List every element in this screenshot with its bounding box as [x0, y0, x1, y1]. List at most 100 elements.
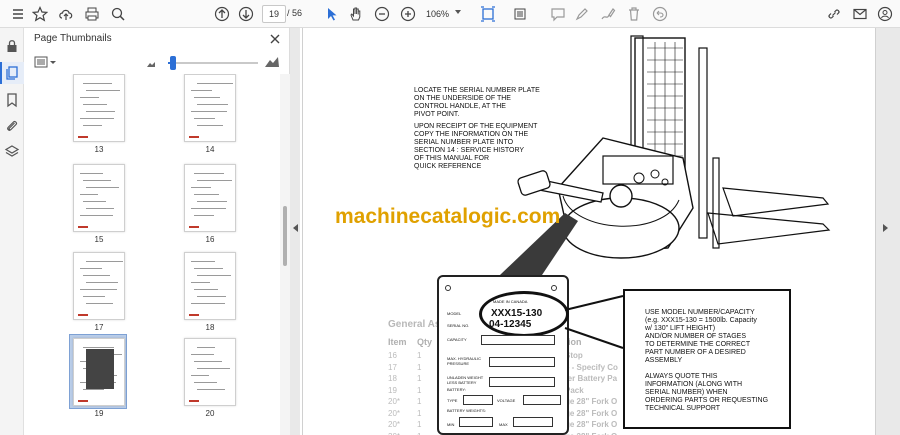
- bookmarks-icon[interactable]: [4, 92, 20, 108]
- thumbnail-text-line: [80, 118, 114, 119]
- thumbnail-text-line: [191, 208, 226, 209]
- chevron-down-icon[interactable]: [455, 10, 461, 14]
- thumbnail-text-line: [86, 111, 115, 112]
- thumbnail-footer-mark: [189, 400, 199, 402]
- callout-line: TECHNICAL SUPPORT: [645, 405, 721, 412]
- shrink-thumbnails-icon[interactable]: [146, 58, 156, 68]
- thumbnail-text-line: [83, 389, 104, 390]
- thumbnail-footer-mark: [189, 136, 199, 138]
- delete-trash-icon[interactable]: [624, 4, 644, 24]
- thumbnail-text-line: [86, 208, 114, 209]
- comment-icon[interactable]: [548, 4, 568, 24]
- thumbnail-text-line: [80, 289, 117, 290]
- thumbnail-text-line: [86, 303, 113, 304]
- lock-icon[interactable]: [4, 38, 20, 54]
- thumbnail-list: 13 14 15 16 17 18 19 20: [24, 74, 280, 435]
- thumbnail-footer-mark: [189, 226, 199, 228]
- thumbnail-text-line: [83, 83, 112, 84]
- thumbnail-text-line: [194, 382, 217, 383]
- undo-icon[interactable]: [650, 4, 670, 24]
- thumbnail-text-line: [80, 194, 98, 195]
- thumbnail-text-line: [197, 347, 215, 348]
- thumbnail-text-line: [191, 187, 211, 188]
- thumbnail-text-line: [80, 215, 113, 216]
- upload-cloud-icon[interactable]: [56, 4, 76, 24]
- scrollbar-thumb[interactable]: [283, 206, 287, 266]
- thumbnail-text-line: [86, 90, 120, 91]
- page-thumbnails-icon[interactable]: [4, 65, 20, 81]
- zoom-in-icon[interactable]: [398, 4, 418, 24]
- page-display-icon[interactable]: [510, 4, 530, 24]
- account-avatar-icon[interactable]: [875, 4, 895, 24]
- callout-line: ORDERING PARTS OR REQUESTING: [645, 397, 769, 404]
- thumbnail-text-line: [86, 261, 123, 262]
- next-page-icon[interactable]: [236, 4, 256, 24]
- thumbnail-text-line: [191, 282, 210, 283]
- callout-line: w/ 130" LIFT HEIGHT): [645, 325, 716, 332]
- previous-page-arrow-icon[interactable]: [293, 224, 298, 232]
- share-link-icon[interactable]: [824, 4, 844, 24]
- thumbnail-page-number: 18: [205, 323, 215, 332]
- fit-page-icon[interactable]: [478, 4, 498, 24]
- slider-handle[interactable]: [170, 56, 176, 70]
- search-zoom-icon[interactable]: [108, 4, 128, 24]
- page-thumbnail[interactable]: [73, 252, 125, 320]
- current-page-input[interactable]: 19: [262, 5, 286, 23]
- thumbnail-text-line: [194, 289, 218, 290]
- thumbnail-text-line: [194, 215, 214, 216]
- thumbnail-text-line: [191, 111, 227, 112]
- draw-signature-icon[interactable]: [598, 4, 618, 24]
- thumbnail-illustration: [86, 349, 114, 389]
- page-thumbnails-panel: Page Thumbnails 13 14 15 16 17 18 19 20: [24, 28, 290, 435]
- thumbnail-text-line: [191, 375, 209, 376]
- attachment-paperclip-icon[interactable]: [4, 118, 20, 134]
- bookmark-star-icon[interactable]: [30, 4, 50, 24]
- enlarge-thumbnails-icon[interactable]: [264, 55, 280, 69]
- thumbnail-text-line: [197, 389, 225, 390]
- layers-icon[interactable]: [4, 144, 20, 160]
- thumbnail-text-line: [86, 187, 119, 188]
- highlight-pen-icon[interactable]: [572, 4, 592, 24]
- thumbnail-text-line: [194, 97, 220, 98]
- page-thumbnail[interactable]: [184, 74, 236, 142]
- thumbnail-text-line: [83, 104, 107, 105]
- next-page-arrow-icon[interactable]: [883, 224, 888, 232]
- thumbnail-size-slider[interactable]: [168, 62, 258, 64]
- callout-paragraph-1: USE MODEL NUMBER/CAPACITY (e.g. XXX15-13…: [645, 309, 787, 365]
- thumbnail-text-line: [197, 368, 230, 369]
- thumbnail-page-number: 13: [94, 145, 104, 154]
- callout-line: AND/OR NUMBER OF STAGES: [645, 333, 746, 340]
- thumbnail-text-line: [83, 296, 105, 297]
- chevron-down-icon[interactable]: [50, 61, 56, 64]
- callout-line: USE MODEL NUMBER/CAPACITY: [645, 309, 755, 316]
- model-number-callout: USE MODEL NUMBER/CAPACITY (e.g. XXX15-13…: [623, 289, 791, 429]
- thumbnail-page-number: 17: [94, 323, 104, 332]
- thumbnail-footer-mark: [78, 400, 88, 402]
- page-thumbnail[interactable]: [73, 74, 125, 142]
- thumbnail-text-line: [191, 261, 215, 262]
- print-icon[interactable]: [82, 4, 102, 24]
- home-icon[interactable]: [8, 4, 28, 24]
- page-thumbnail[interactable]: [184, 164, 236, 232]
- thumbnail-text-line: [194, 194, 219, 195]
- email-icon[interactable]: [850, 4, 870, 24]
- thumbnail-text-line: [80, 173, 103, 174]
- thumbnail-text-line: [197, 201, 227, 202]
- page-thumbnail[interactable]: [184, 252, 236, 320]
- page-thumbnail[interactable]: [184, 338, 236, 406]
- callout-paragraph-2: ALWAYS QUOTE THIS INFORMATION (ALONG WIT…: [645, 373, 787, 413]
- hand-tool-icon[interactable]: [346, 4, 366, 24]
- zoom-out-icon[interactable]: [372, 4, 392, 24]
- select-cursor-icon[interactable]: [322, 4, 342, 24]
- page-thumbnail[interactable]: [73, 164, 125, 232]
- thumbnail-text-line: [194, 361, 222, 362]
- zoom-level-dropdown[interactable]: 106%: [420, 5, 464, 23]
- previous-page-icon[interactable]: [212, 4, 232, 24]
- thumbnail-text-line: [197, 275, 231, 276]
- thumbnail-scrollbar[interactable]: [280, 74, 290, 435]
- close-icon[interactable]: [267, 31, 283, 47]
- callout-line: ALWAYS QUOTE THIS: [645, 373, 718, 380]
- thumbnail-options-icon[interactable]: [34, 56, 48, 68]
- page-thumbnail[interactable]: [73, 338, 125, 406]
- thumbnail-footer-mark: [189, 314, 199, 316]
